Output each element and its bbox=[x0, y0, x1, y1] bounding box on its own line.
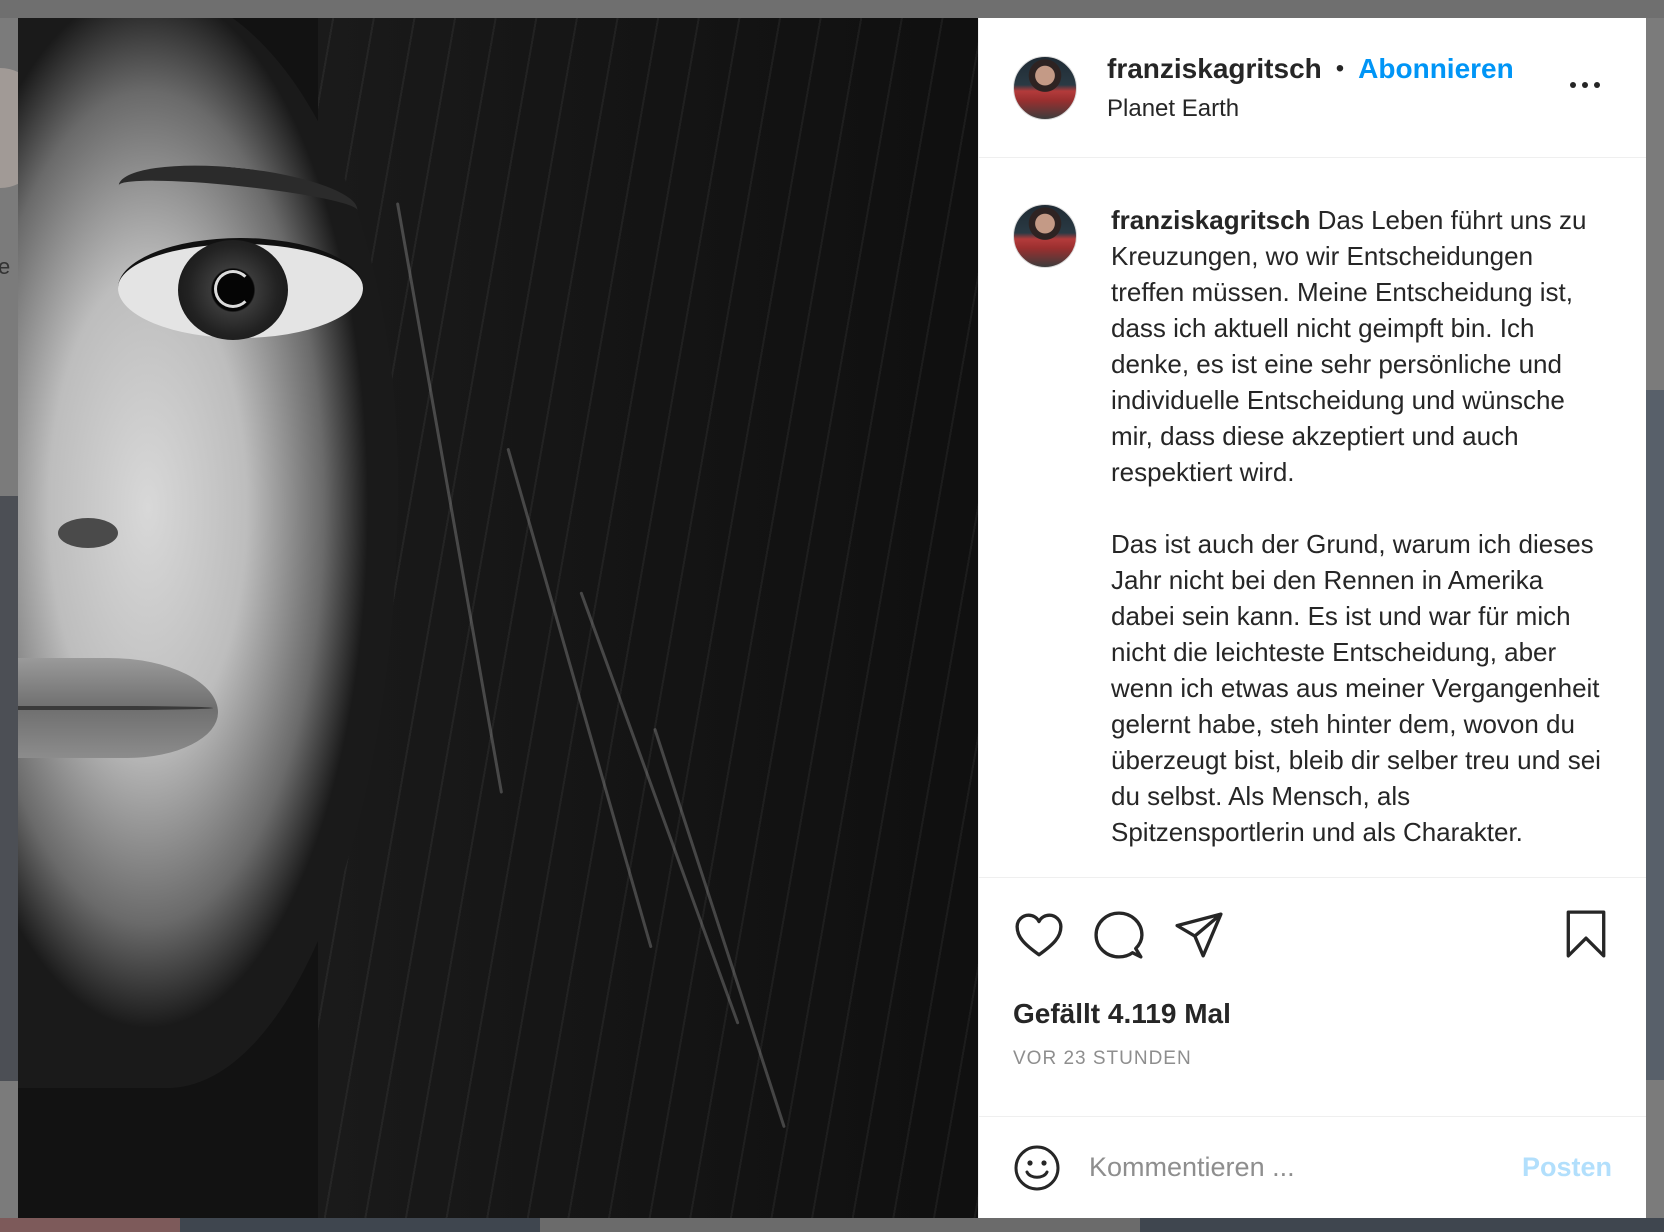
bookmark-icon[interactable] bbox=[1560, 908, 1612, 960]
image-hair-region bbox=[318, 18, 978, 1218]
post-comment-button[interactable]: Posten bbox=[1522, 1152, 1612, 1183]
paper-plane-icon[interactable] bbox=[1173, 909, 1225, 961]
post-modal: franziskagritsch • Abonnieren Planet Ear… bbox=[18, 18, 1646, 1218]
caption-text-block: franziskagritsch Das Leben führt uns zu … bbox=[1111, 202, 1611, 877]
caption-area: franziskagritsch Das Leben führt uns zu … bbox=[979, 158, 1646, 877]
avatar[interactable] bbox=[1013, 55, 1077, 120]
more-dot bbox=[1582, 82, 1588, 88]
comment-input[interactable] bbox=[1089, 1152, 1522, 1183]
more-options-icon[interactable] bbox=[1564, 76, 1606, 94]
likes-count[interactable]: Gefällt 4.119 Mal bbox=[979, 992, 1646, 1036]
background-right-edge bbox=[1646, 18, 1664, 1232]
heart-icon[interactable] bbox=[1013, 909, 1065, 961]
follow-button[interactable]: Abonnieren bbox=[1358, 53, 1514, 85]
background-bottom-row bbox=[0, 1218, 1664, 1232]
comment-bubble-icon[interactable] bbox=[1093, 909, 1145, 961]
comment-form: Posten bbox=[979, 1116, 1646, 1218]
image-nose-shadow bbox=[58, 518, 118, 548]
caption-text: Das Leben führt uns zu Kreuzungen, wo wi… bbox=[1111, 205, 1601, 847]
background-thumbnail bbox=[0, 1218, 180, 1232]
post-image[interactable] bbox=[18, 18, 978, 1218]
background-grid-tile bbox=[1646, 390, 1664, 1080]
more-dot bbox=[1594, 82, 1600, 88]
background-thumbnail bbox=[540, 1218, 1140, 1232]
background-top-strip bbox=[0, 0, 1664, 18]
background-text-fragment: e bbox=[0, 254, 11, 279]
image-eye-reflection bbox=[214, 270, 252, 308]
more-dot bbox=[1570, 82, 1576, 88]
image-lip-line bbox=[18, 706, 213, 710]
location-link[interactable]: Planet Earth bbox=[1107, 95, 1514, 123]
caption-avatar[interactable] bbox=[1013, 204, 1077, 268]
username-link[interactable]: franziskagritsch bbox=[1107, 53, 1322, 85]
action-bar bbox=[979, 877, 1646, 992]
post-header: franziskagritsch • Abonnieren Planet Ear… bbox=[979, 18, 1646, 158]
post-timestamp[interactable]: VOR 23 STUNDEN bbox=[979, 1048, 1646, 1088]
header-text: franziskagritsch • Abonnieren Planet Ear… bbox=[1107, 53, 1514, 123]
background-left-edge: e bbox=[0, 18, 50, 1232]
header-user-row: franziskagritsch • Abonnieren bbox=[1107, 53, 1514, 85]
smiley-icon[interactable] bbox=[1013, 1144, 1061, 1192]
background-grid-tile bbox=[0, 496, 18, 1081]
caption-username-link[interactable]: franziskagritsch bbox=[1111, 205, 1310, 235]
separator-dot: • bbox=[1335, 54, 1345, 82]
post-sidebar: franziskagritsch • Abonnieren Planet Ear… bbox=[978, 18, 1646, 1218]
